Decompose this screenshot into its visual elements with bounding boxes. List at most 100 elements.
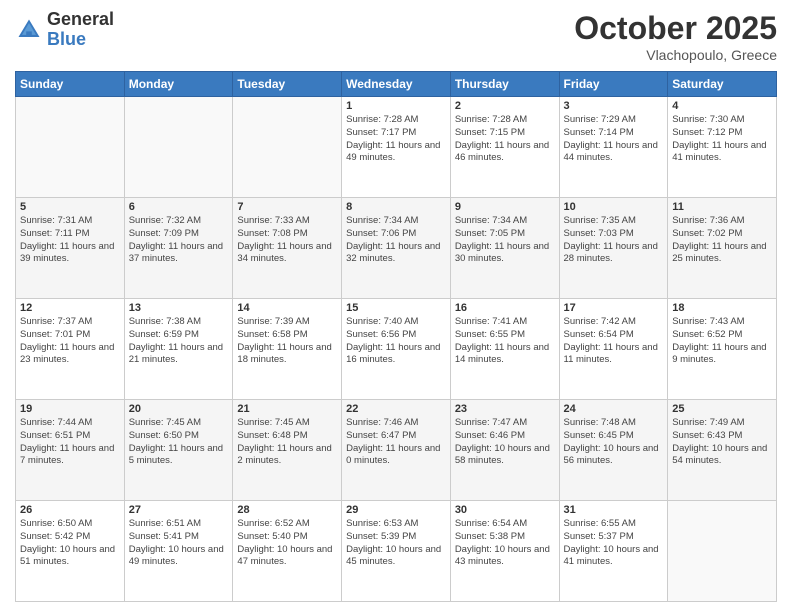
week-row-3: 19 Sunrise: 7:44 AMSunset: 6:51 PMDayligh… — [16, 400, 777, 501]
day-cell: 27 Sunrise: 6:51 AMSunset: 5:41 PMDayligh… — [124, 501, 233, 602]
location: Vlachopoulo, Greece — [574, 47, 777, 63]
day-cell: 7 Sunrise: 7:33 AMSunset: 7:08 PMDaylight… — [233, 198, 342, 299]
day-info: Sunrise: 7:45 AMSunset: 6:50 PMDaylight:… — [129, 417, 229, 468]
day-number: 29 — [346, 504, 446, 516]
title-section: October 2025 Vlachopoulo, Greece — [574, 10, 777, 63]
day-cell — [233, 97, 342, 198]
day-number: 19 — [20, 403, 120, 415]
day-cell: 21 Sunrise: 7:45 AMSunset: 6:48 PMDayligh… — [233, 400, 342, 501]
day-info: Sunrise: 7:47 AMSunset: 6:46 PMDaylight:… — [455, 417, 555, 468]
day-number: 8 — [346, 201, 446, 213]
header-row: Sunday Monday Tuesday Wednesday Thursday… — [16, 72, 777, 97]
day-cell: 29 Sunrise: 6:53 AMSunset: 5:39 PMDayligh… — [342, 501, 451, 602]
day-info: Sunrise: 6:54 AMSunset: 5:38 PMDaylight:… — [455, 518, 555, 569]
header-tuesday: Tuesday — [233, 72, 342, 97]
day-cell: 2Sunrise: 7:28 AMSunset: 7:15 PMDaylight… — [450, 97, 559, 198]
day-info: Sunrise: 6:53 AMSunset: 5:39 PMDaylight:… — [346, 518, 446, 569]
day-number: 5 — [20, 201, 120, 213]
calendar-table: Sunday Monday Tuesday Wednesday Thursday… — [15, 71, 777, 602]
day-number: 26 — [20, 504, 120, 516]
day-cell: 9 Sunrise: 7:34 AMSunset: 7:05 PMDaylight… — [450, 198, 559, 299]
day-info: Sunrise: 7:49 AMSunset: 6:43 PMDaylight:… — [672, 417, 772, 468]
week-row-1: 5 Sunrise: 7:31 AMSunset: 7:11 PMDaylight… — [16, 198, 777, 299]
day-cell — [16, 97, 125, 198]
day-info: Sunrise: 6:50 AMSunset: 5:42 PMDaylight:… — [20, 518, 120, 569]
day-cell: 1Sunrise: 7:28 AMSunset: 7:17 PMDaylight… — [342, 97, 451, 198]
day-cell: 10 Sunrise: 7:35 AMSunset: 7:03 PMDayligh… — [559, 198, 668, 299]
week-row-4: 26 Sunrise: 6:50 AMSunset: 5:42 PMDayligh… — [16, 501, 777, 602]
day-number: 20 — [129, 403, 229, 415]
day-info: Sunrise: 7:45 AMSunset: 6:48 PMDaylight:… — [237, 417, 337, 468]
day-info: Sunrise: 7:34 AMSunset: 7:06 PMDaylight:… — [346, 215, 446, 266]
header-sunday: Sunday — [16, 72, 125, 97]
day-info: Sunrise: 6:55 AMSunset: 5:37 PMDaylight:… — [564, 518, 664, 569]
day-info: Sunrise: 7:42 AMSunset: 6:54 PMDaylight:… — [564, 316, 664, 367]
day-info: Sunrise: 7:30 AMSunset: 7:12 PMDaylight:… — [672, 114, 772, 165]
day-info: Sunrise: 7:31 AMSunset: 7:11 PMDaylight:… — [20, 215, 120, 266]
day-cell: 24 Sunrise: 7:48 AMSunset: 6:45 PMDayligh… — [559, 400, 668, 501]
day-cell: 3Sunrise: 7:29 AMSunset: 7:14 PMDaylight… — [559, 97, 668, 198]
day-number: 27 — [129, 504, 229, 516]
day-number: 24 — [564, 403, 664, 415]
logo-text: General Blue — [47, 10, 114, 50]
day-cell: 30 Sunrise: 6:54 AMSunset: 5:38 PMDayligh… — [450, 501, 559, 602]
week-row-2: 12 Sunrise: 7:37 AMSunset: 7:01 PMDayligh… — [16, 299, 777, 400]
day-number: 2 — [455, 100, 555, 112]
day-info: Sunrise: 7:46 AMSunset: 6:47 PMDaylight:… — [346, 417, 446, 468]
day-info: Sunrise: 7:44 AMSunset: 6:51 PMDaylight:… — [20, 417, 120, 468]
day-info: Sunrise: 7:28 AMSunset: 7:17 PMDaylight:… — [346, 114, 446, 165]
day-info: Sunrise: 6:52 AMSunset: 5:40 PMDaylight:… — [237, 518, 337, 569]
day-info: Sunrise: 6:51 AMSunset: 5:41 PMDaylight:… — [129, 518, 229, 569]
day-number: 30 — [455, 504, 555, 516]
day-info: Sunrise: 7:39 AMSunset: 6:58 PMDaylight:… — [237, 316, 337, 367]
day-number: 25 — [672, 403, 772, 415]
day-number: 16 — [455, 302, 555, 314]
month-title: October 2025 — [574, 10, 777, 47]
logo: General Blue — [15, 10, 114, 50]
day-info: Sunrise: 7:48 AMSunset: 6:45 PMDaylight:… — [564, 417, 664, 468]
header-friday: Friday — [559, 72, 668, 97]
day-info: Sunrise: 7:37 AMSunset: 7:01 PMDaylight:… — [20, 316, 120, 367]
day-cell: 11Sunrise: 7:36 AMSunset: 7:02 PMDayligh… — [668, 198, 777, 299]
day-number: 23 — [455, 403, 555, 415]
day-cell: 8 Sunrise: 7:34 AMSunset: 7:06 PMDaylight… — [342, 198, 451, 299]
day-number: 21 — [237, 403, 337, 415]
day-cell: 6 Sunrise: 7:32 AMSunset: 7:09 PMDaylight… — [124, 198, 233, 299]
day-number: 14 — [237, 302, 337, 314]
day-number: 11 — [672, 201, 772, 213]
day-info: Sunrise: 7:33 AMSunset: 7:08 PMDaylight:… — [237, 215, 337, 266]
day-cell: 31 Sunrise: 6:55 AMSunset: 5:37 PMDayligh… — [559, 501, 668, 602]
day-cell: 28 Sunrise: 6:52 AMSunset: 5:40 PMDayligh… — [233, 501, 342, 602]
day-number: 3 — [564, 100, 664, 112]
day-cell: 18Sunrise: 7:43 AMSunset: 6:52 PMDayligh… — [668, 299, 777, 400]
day-number: 28 — [237, 504, 337, 516]
day-number: 10 — [564, 201, 664, 213]
day-number: 4 — [672, 100, 772, 112]
day-cell — [668, 501, 777, 602]
day-cell: 16 Sunrise: 7:41 AMSunset: 6:55 PMDayligh… — [450, 299, 559, 400]
day-number: 9 — [455, 201, 555, 213]
logo-general: General — [47, 10, 114, 30]
day-info: Sunrise: 7:34 AMSunset: 7:05 PMDaylight:… — [455, 215, 555, 266]
day-cell: 23 Sunrise: 7:47 AMSunset: 6:46 PMDayligh… — [450, 400, 559, 501]
day-cell: 14 Sunrise: 7:39 AMSunset: 6:58 PMDayligh… — [233, 299, 342, 400]
day-number: 6 — [129, 201, 229, 213]
day-cell: 4 Sunrise: 7:30 AMSunset: 7:12 PMDaylight… — [668, 97, 777, 198]
day-number: 7 — [237, 201, 337, 213]
day-info: Sunrise: 7:41 AMSunset: 6:55 PMDaylight:… — [455, 316, 555, 367]
day-cell: 13Sunrise: 7:38 AMSunset: 6:59 PMDayligh… — [124, 299, 233, 400]
day-cell: 12 Sunrise: 7:37 AMSunset: 7:01 PMDayligh… — [16, 299, 125, 400]
day-info: Sunrise: 7:32 AMSunset: 7:09 PMDaylight:… — [129, 215, 229, 266]
day-number: 31 — [564, 504, 664, 516]
logo-blue: Blue — [47, 30, 114, 50]
calendar-header: Sunday Monday Tuesday Wednesday Thursday… — [16, 72, 777, 97]
day-info: Sunrise: 7:35 AMSunset: 7:03 PMDaylight:… — [564, 215, 664, 266]
day-cell: 22Sunrise: 7:46 AMSunset: 6:47 PMDayligh… — [342, 400, 451, 501]
day-info: Sunrise: 7:40 AMSunset: 6:56 PMDaylight:… — [346, 316, 446, 367]
day-number: 12 — [20, 302, 120, 314]
day-number: 13 — [129, 302, 229, 314]
logo-icon — [15, 16, 43, 44]
header-saturday: Saturday — [668, 72, 777, 97]
day-cell: 5 Sunrise: 7:31 AMSunset: 7:11 PMDaylight… — [16, 198, 125, 299]
day-cell: 26 Sunrise: 6:50 AMSunset: 5:42 PMDayligh… — [16, 501, 125, 602]
